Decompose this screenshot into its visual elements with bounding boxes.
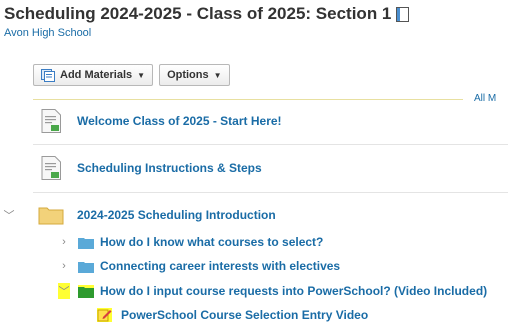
add-materials-icon (41, 68, 55, 82)
folder-icon (78, 260, 94, 273)
subfolder-link[interactable]: How do I know what courses to select? (100, 235, 323, 249)
row-divider (33, 192, 508, 193)
material-row[interactable]: Welcome Class of 2025 - Start Here! (33, 106, 508, 136)
material-row[interactable]: Scheduling Instructions & Steps (33, 153, 508, 183)
nested-item-link[interactable]: PowerSchool Course Selection Entry Video (121, 308, 368, 322)
page-icon (41, 156, 61, 180)
options-button[interactable]: Options ▼ (159, 64, 230, 86)
chevron-right-icon[interactable]: › (58, 260, 70, 272)
notebook-icon[interactable] (396, 6, 410, 22)
chevron-down-icon: ▼ (137, 70, 146, 80)
toolbar-divider (33, 99, 463, 100)
folder-icon (78, 285, 94, 298)
subfolder-row[interactable]: ﹀ How do I input course requests into Po… (0, 278, 508, 304)
chevron-down-icon[interactable]: ﹀ (58, 283, 70, 299)
folder-link[interactable]: 2024-2025 Scheduling Introduction (77, 208, 276, 222)
subfolder-row[interactable]: › Connecting career interests with elect… (0, 253, 508, 279)
folder-icon (38, 205, 64, 225)
page-title: Scheduling 2024-2025 - Class of 2025: Se… (4, 4, 392, 23)
all-materials-link[interactable]: All M (474, 93, 496, 104)
material-link[interactable]: Scheduling Instructions & Steps (77, 161, 262, 175)
folder-row[interactable]: ﹀ 2024-2025 Scheduling Introduction (0, 202, 508, 228)
add-materials-button[interactable]: Add Materials ▼ (33, 64, 154, 86)
folder-icon (78, 236, 94, 249)
page-header: Scheduling 2024-2025 - Class of 2025: Se… (4, 2, 410, 26)
chevron-down-icon[interactable]: ﹀ (3, 207, 15, 223)
chevron-right-icon[interactable]: › (58, 236, 70, 248)
video-link-icon (97, 308, 112, 322)
subfolder-link[interactable]: Connecting career interests with electiv… (100, 259, 340, 273)
chevron-down-icon: ▼ (213, 70, 222, 80)
subfolder-row[interactable]: › How do I know what courses to select? (0, 229, 508, 255)
toolbar: Add Materials ▼ Options ▼ (33, 64, 230, 88)
options-label: Options (167, 69, 209, 81)
school-link[interactable]: Avon High School (4, 27, 91, 39)
page-icon (41, 109, 61, 133)
row-divider (33, 144, 508, 145)
add-materials-label: Add Materials (60, 69, 133, 81)
material-link[interactable]: Welcome Class of 2025 - Start Here! (77, 114, 282, 128)
subfolder-link[interactable]: How do I input course requests into Powe… (100, 284, 487, 298)
nested-item-row[interactable]: PowerSchool Course Selection Entry Video (0, 302, 508, 326)
